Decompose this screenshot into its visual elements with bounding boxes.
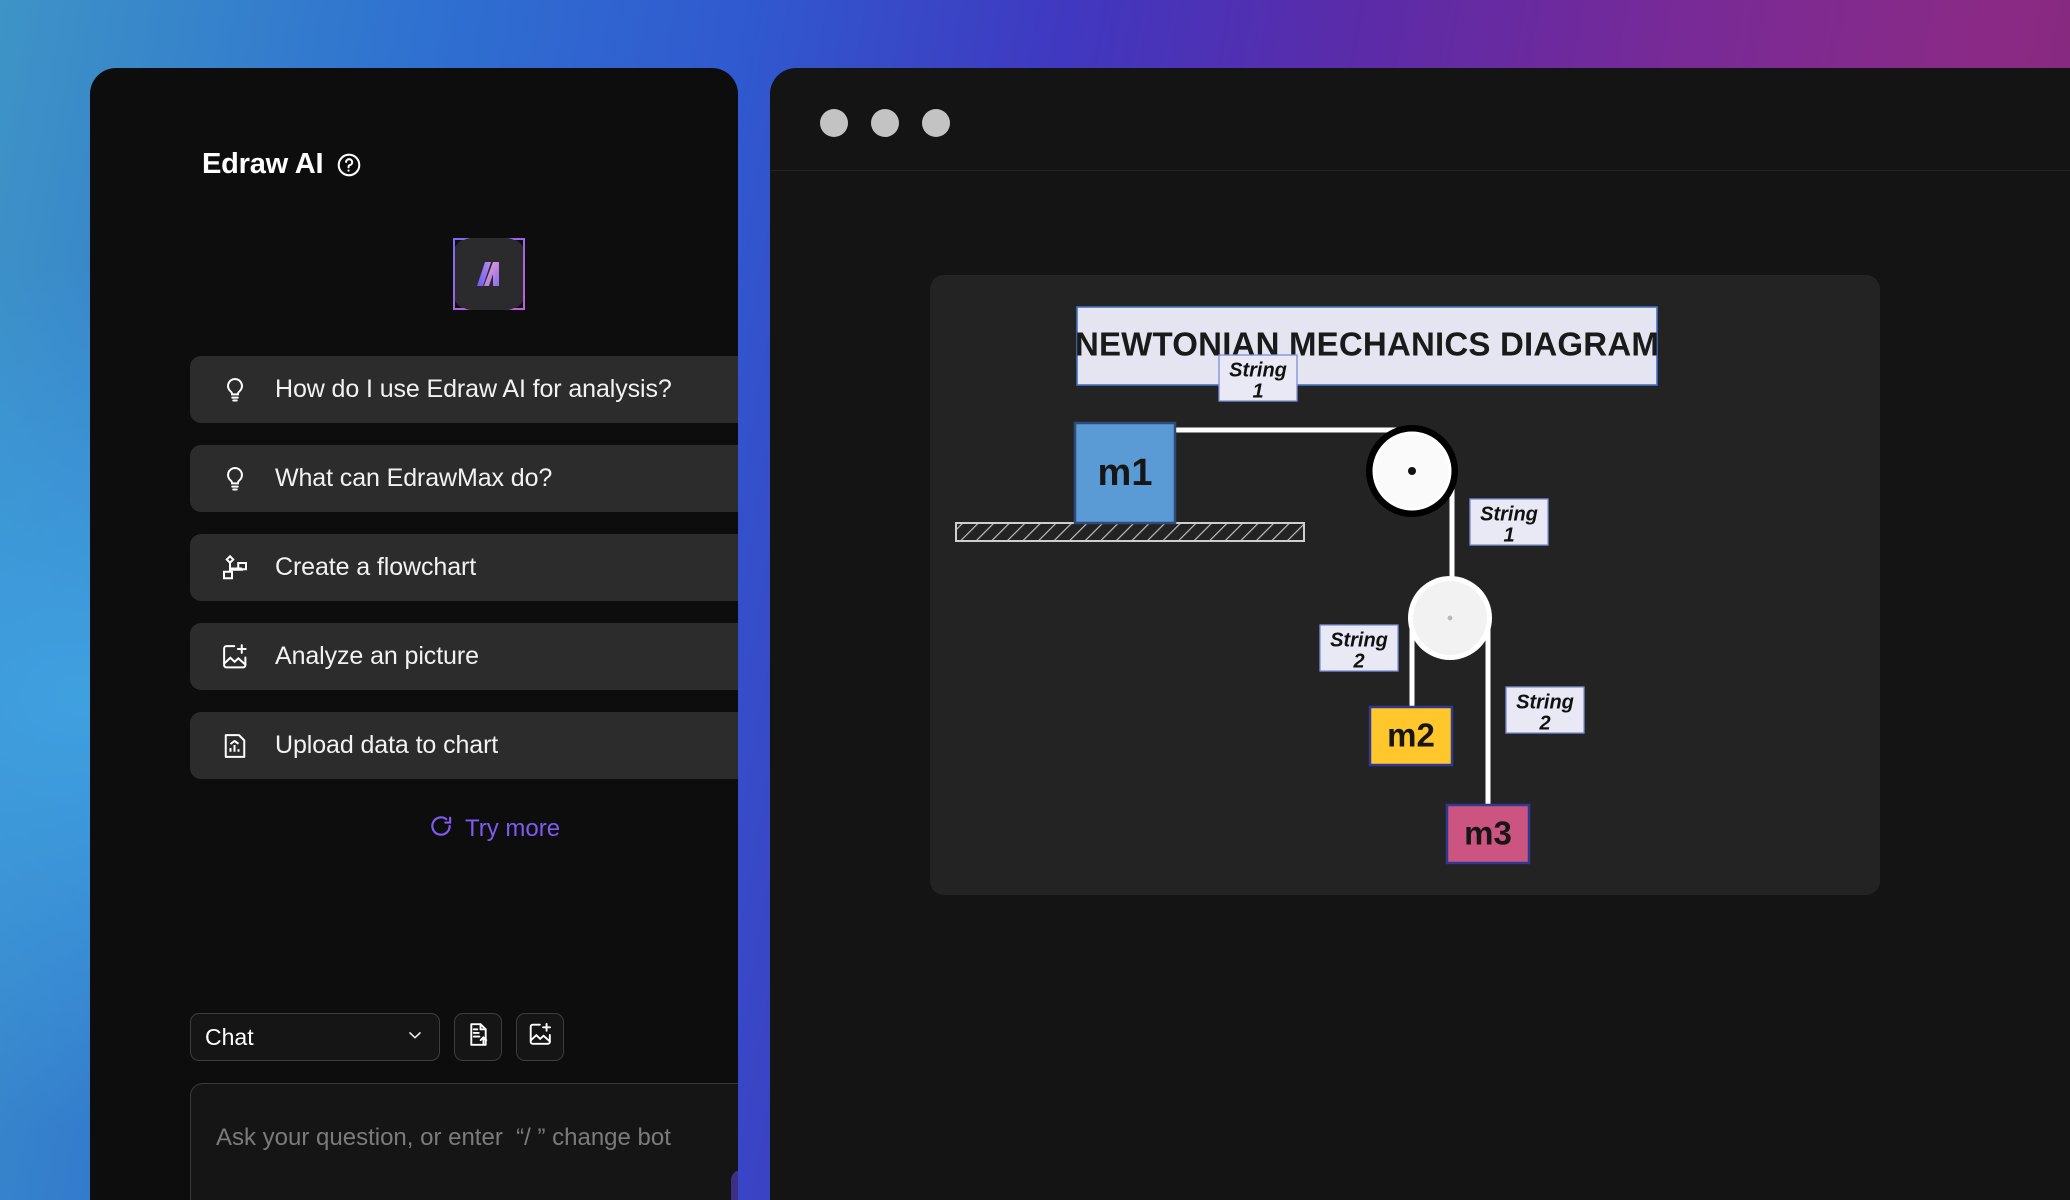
refresh-icon — [428, 813, 454, 844]
suggestion-list: How do I use Edraw AI for analysis? What… — [190, 356, 738, 801]
page-title: Edraw AI — [202, 148, 324, 180]
window-dot-3[interactable] — [922, 109, 950, 137]
diagram-title: NEWTONIAN MECHANICS DIAGRAM — [1075, 326, 1659, 363]
string-label-line1: String — [1330, 629, 1388, 651]
chat-input-placeholder: Ask your question, or enter “/ ” change … — [216, 1124, 671, 1151]
suggestion-label: Analyze an picture — [275, 642, 479, 670]
image-add-icon — [527, 1021, 554, 1053]
string-label-line1: String — [1516, 691, 1574, 713]
string-label-line1: String — [1480, 503, 1538, 525]
upload-file-button[interactable] — [454, 1013, 502, 1061]
block-m3-label: m3 — [1464, 815, 1512, 852]
mode-select-value: Chat — [205, 1023, 254, 1050]
question-circle-icon[interactable] — [336, 152, 362, 178]
chart-file-icon — [220, 731, 250, 761]
suggestion-label: How do I use Edraw AI for analysis? — [275, 375, 672, 403]
edraw-ai-panel: Edraw AI How do I use Edraw AI for analy… — [90, 68, 738, 1200]
newtonian-mechanics-diagram: NEWTONIAN MECHANICS DIAGRAM m1 m2 m3 Str… — [955, 306, 1659, 865]
suggestion-item-analyze-picture[interactable]: Analyze an picture — [190, 623, 738, 690]
window-controls — [820, 109, 950, 137]
string-label-line2: 2 — [1538, 712, 1550, 734]
send-button[interactable] — [731, 1170, 738, 1200]
suggestion-item-edrawmax[interactable]: What can EdrawMax do? — [190, 445, 738, 512]
flowchart-icon — [220, 553, 250, 583]
suggestion-label: What can EdrawMax do? — [275, 464, 553, 492]
window-dot-2[interactable] — [871, 109, 899, 137]
block-m1-label: m1 — [1098, 452, 1153, 494]
window-dot-1[interactable] — [820, 109, 848, 137]
hatched-ground-surface — [955, 522, 1305, 542]
lightbulb-icon — [220, 464, 250, 494]
mode-select[interactable]: Chat — [190, 1013, 440, 1061]
string-label-2a: String 2 — [1319, 624, 1399, 672]
block-m2-label: m2 — [1387, 717, 1435, 754]
suggestion-label: Create a flowchart — [275, 553, 477, 581]
try-more-label: Try more — [464, 814, 561, 842]
panel-header: Edraw AI — [202, 148, 362, 181]
file-upload-icon — [465, 1021, 492, 1053]
image-add-icon — [220, 642, 250, 672]
string-label-line2: 1 — [1252, 380, 1263, 402]
pulley-2 — [1408, 576, 1492, 660]
composer-toolbar: Chat — [190, 1013, 738, 1061]
window-titlebar — [770, 68, 2070, 171]
block-m3[interactable]: m3 — [1445, 803, 1531, 865]
upload-image-button[interactable] — [516, 1013, 564, 1061]
pulley-1 — [1366, 425, 1458, 517]
suggestion-item-analysis[interactable]: How do I use Edraw AI for analysis? — [190, 356, 738, 423]
diagram-title-banner: NEWTONIAN MECHANICS DIAGRAM — [1075, 306, 1659, 386]
block-m2[interactable]: m2 — [1368, 705, 1454, 767]
diagram-canvas[interactable]: NEWTONIAN MECHANICS DIAGRAM m1 m2 m3 Str… — [930, 275, 1880, 895]
string-label-line1: String — [1229, 359, 1287, 381]
suggestion-item-flowchart[interactable]: Create a flowchart — [190, 534, 738, 601]
try-more-button[interactable]: Try more — [190, 813, 738, 844]
block-m1[interactable]: m1 — [1073, 421, 1177, 525]
string-label-1b: String 1 — [1469, 498, 1549, 546]
string-label-2b: String 2 — [1505, 686, 1585, 734]
chat-input-area[interactable]: Ask your question, or enter “/ ” change … — [190, 1083, 738, 1200]
diagram-window: NEWTONIAN MECHANICS DIAGRAM m1 m2 m3 Str… — [770, 68, 2070, 1200]
suggestion-item-upload-chart[interactable]: Upload data to chart — [190, 712, 738, 779]
chevron-down-icon — [405, 1025, 425, 1050]
suggestion-label: Upload data to chart — [275, 731, 499, 759]
string-label-line2: 2 — [1352, 650, 1364, 672]
string-label-line2: 1 — [1503, 524, 1514, 546]
app-background: Edraw AI How do I use Edraw AI for analy… — [0, 0, 2070, 1200]
lightbulb-icon — [220, 375, 250, 405]
edraw-ai-logo-icon — [453, 238, 525, 310]
string-label-1a: String 1 — [1218, 354, 1298, 402]
